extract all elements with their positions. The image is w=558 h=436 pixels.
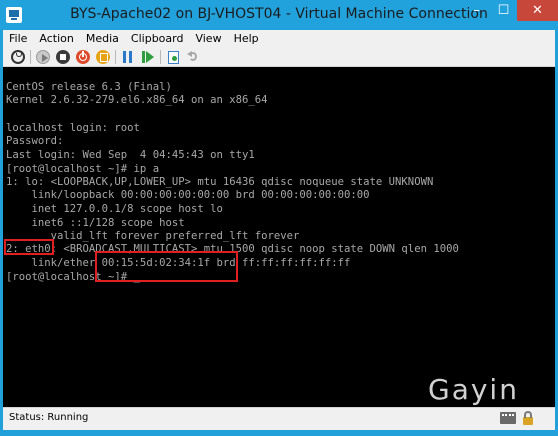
turn-off-icon[interactable] [56, 50, 70, 64]
title-bar[interactable]: BYS-Apache02 on BJ-VHOST04 - Virtual Mac… [0, 0, 558, 30]
console-line: localhost login: root [6, 122, 140, 134]
status-bar: Status: Running [3, 407, 555, 430]
watermark: Gayin [428, 373, 519, 406]
vm-connection-window: BYS-Apache02 on BJ-VHOST04 - Virtual Mac… [0, 0, 558, 436]
console-line: Password: [6, 135, 64, 147]
menu-bar: File Action Media Clipboard View Help [3, 30, 555, 48]
reset-icon[interactable] [141, 50, 155, 64]
revert-icon[interactable] [186, 50, 200, 64]
minimize-button[interactable]: – [463, 0, 490, 21]
menu-action[interactable]: Action [33, 30, 79, 48]
maximize-button[interactable]: ☐ [490, 0, 517, 21]
checkpoint-icon[interactable] [166, 50, 180, 64]
toolbar-separator [115, 50, 116, 64]
save-icon[interactable] [96, 50, 110, 64]
close-button[interactable]: ✕ [517, 0, 558, 21]
menu-clipboard[interactable]: Clipboard [125, 30, 190, 48]
pause-icon[interactable] [121, 50, 135, 64]
status-text: Status: Running [9, 412, 89, 423]
menu-view[interactable]: View [189, 30, 227, 48]
console-line: inet 127.0.0.1/8 scope host lo [6, 203, 223, 215]
menu-media[interactable]: Media [80, 30, 125, 48]
console-line: [root@localhost ~]# ip a [6, 163, 160, 175]
console-line: link/loopback 00:00:00:00:00:00 brd 00:0… [6, 189, 370, 201]
menu-help[interactable]: Help [228, 30, 265, 48]
keyboard-icon [500, 412, 516, 424]
ctrl-alt-del-icon[interactable] [11, 50, 25, 64]
lock-icon [523, 411, 533, 425]
console-line: inet6 ::1/128 scope host [6, 217, 185, 229]
console-line: 1: lo: <LOOPBACK,UP,LOWER_UP> mtu 16436 … [6, 176, 434, 188]
toolbar [3, 48, 555, 67]
toolbar-separator [160, 50, 161, 64]
shut-down-icon[interactable] [76, 50, 90, 64]
menu-file[interactable]: File [3, 30, 33, 48]
start-icon[interactable] [36, 50, 50, 64]
console-line: Last login: Wed Sep 4 04:45:43 on tty1 [6, 149, 255, 161]
mac-address-highlight-box [95, 251, 238, 282]
console-line: Kernel 2.6.32-279.el6.x86_64 on an x86_6… [6, 94, 268, 106]
toolbar-separator [30, 50, 31, 64]
eth0-highlight-box [4, 239, 54, 255]
console-line: CentOS release 6.3 (Final) [6, 81, 172, 93]
vm-console[interactable]: CentOS release 6.3 (Final) Kernel 2.6.32… [3, 67, 555, 407]
